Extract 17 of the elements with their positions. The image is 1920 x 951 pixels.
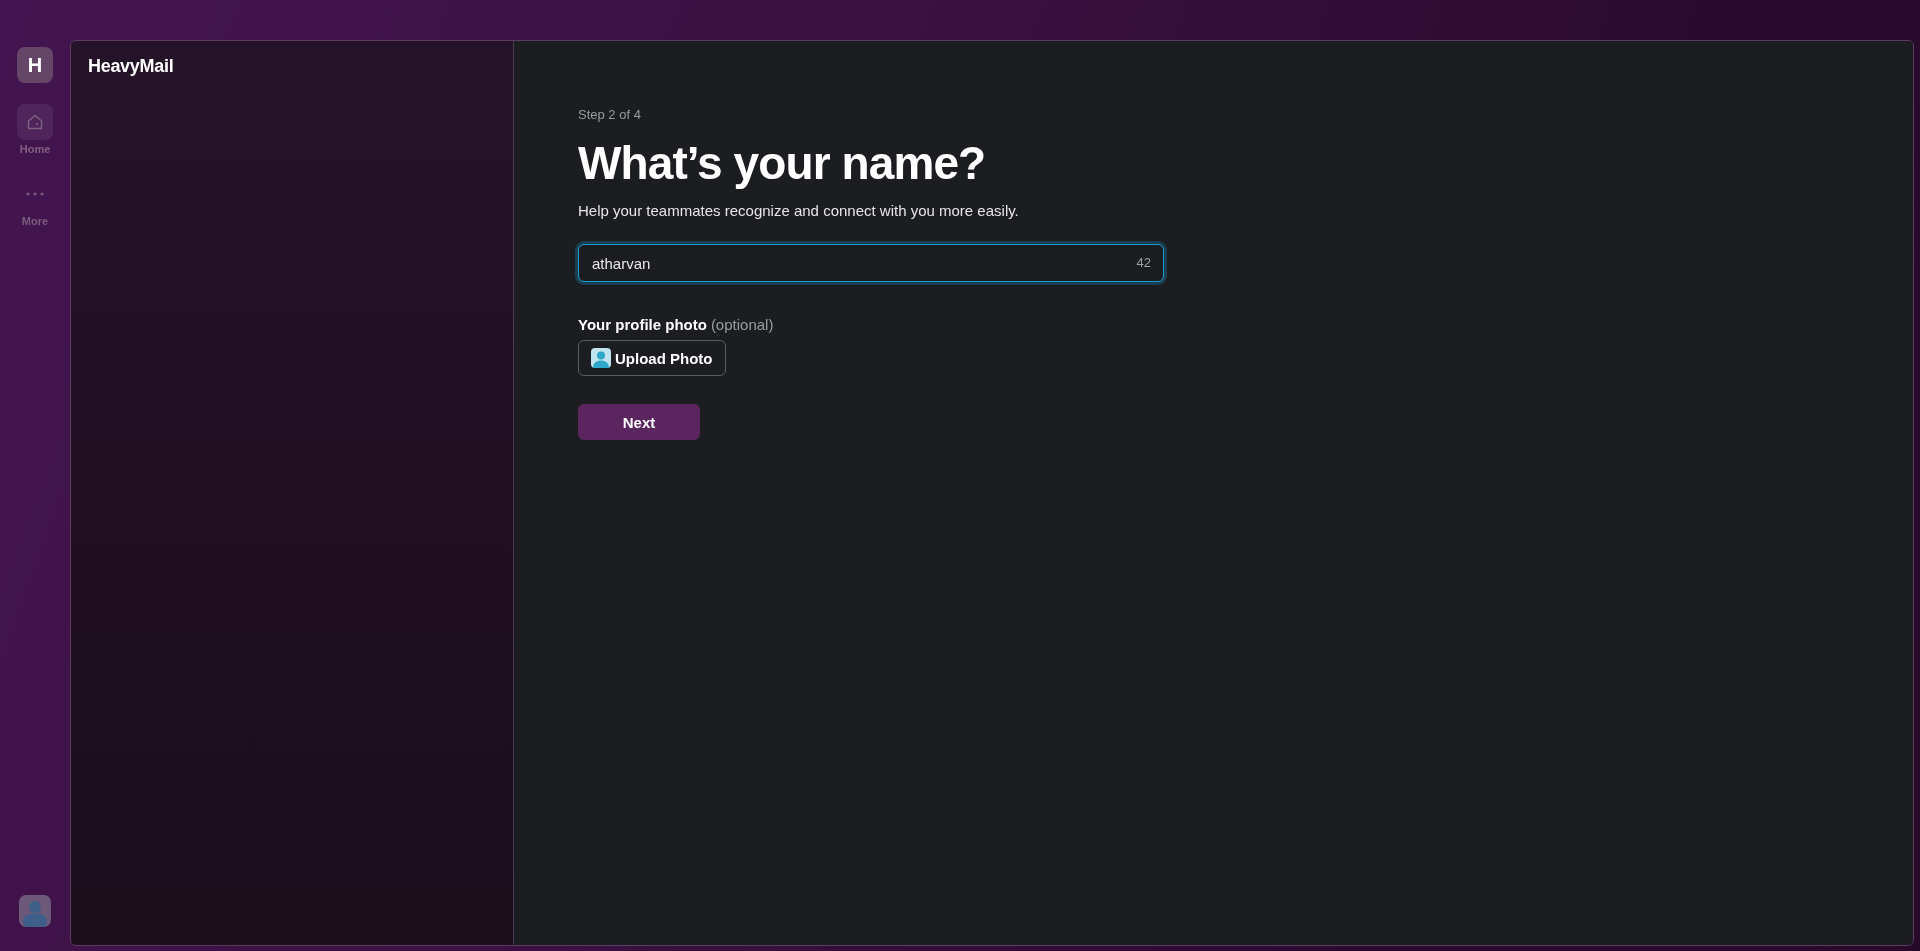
workspace-title: HeavyMail [88, 56, 174, 77]
more-dots-icon [26, 192, 44, 196]
nav-label: Home [19, 143, 51, 155]
user-avatar-icon[interactable] [19, 895, 51, 927]
home-icon [26, 113, 44, 131]
nav-label: More [21, 215, 49, 227]
subtitle-text: Help your teammates recognize and connect with you more easily. [578, 202, 1019, 219]
upload-photo-button[interactable]: Upload Photo [578, 340, 726, 376]
workspace-tile[interactable]: H [17, 47, 53, 83]
next-button[interactable]: Next [578, 404, 700, 440]
person-icon [591, 348, 611, 368]
page-heading: What’s your name? [578, 136, 986, 190]
step-indicator: Step 2 of 4 [578, 107, 641, 122]
photo-label: Your profile photo [578, 316, 707, 333]
optional-hint: (optional) [710, 316, 774, 333]
character-count: 42 [1136, 255, 1151, 270]
nav-tile[interactable] [17, 104, 53, 140]
